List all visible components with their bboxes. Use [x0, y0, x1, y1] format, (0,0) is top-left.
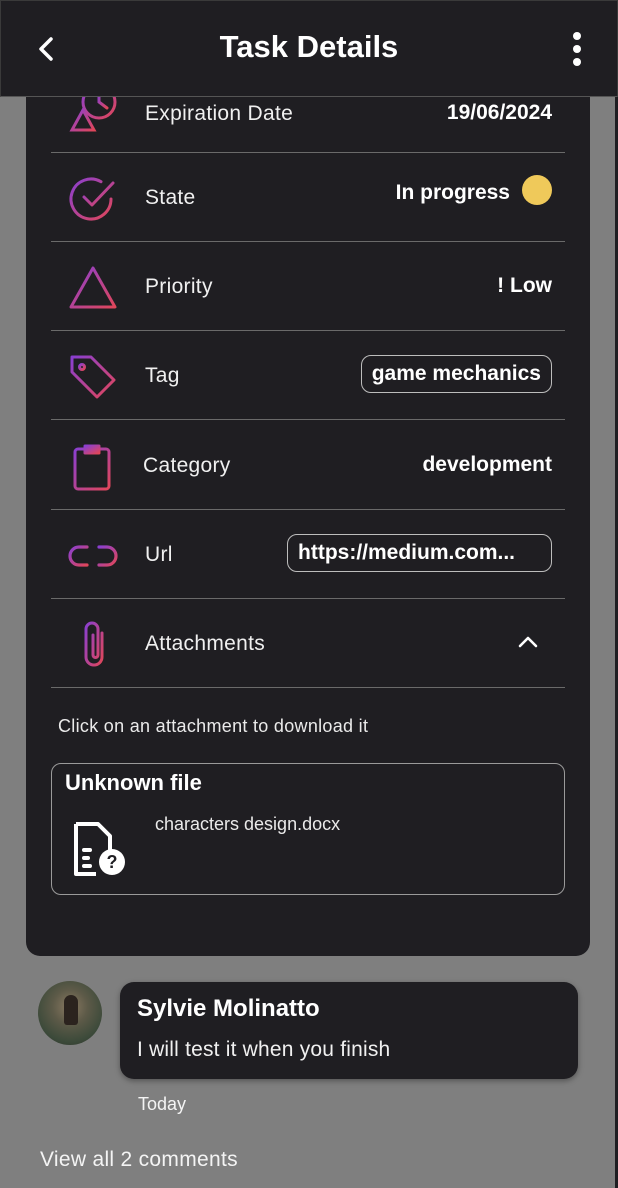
svg-text:?: ?	[107, 852, 118, 872]
comment-author: Sylvie Molinatto	[137, 995, 320, 1022]
task-details-card: Expiration Date 19/06/2024 State In prog…	[26, 60, 590, 956]
priority-label: Priority	[145, 275, 213, 298]
attachment-title: Unknown file	[65, 770, 202, 795]
view-all-comments-link[interactable]: View all 2 comments	[40, 1148, 238, 1172]
state-value-group: In progress	[395, 175, 552, 206]
url-label: Url	[145, 543, 173, 566]
expiration-date-value: 19/06/2024	[446, 101, 552, 124]
paperclip-icon	[84, 621, 104, 667]
row-category: Category development	[51, 421, 565, 510]
category-value: development	[422, 453, 552, 476]
kebab-menu-icon[interactable]	[567, 29, 587, 69]
top-app-bar: Task Details	[0, 0, 618, 97]
chevron-up-icon[interactable]	[517, 635, 539, 649]
comment-time: Today	[138, 1094, 187, 1114]
link-icon	[68, 545, 118, 567]
expiration-date-label: Expiration Date	[145, 102, 294, 125]
url-chip[interactable]: https://medium.com...	[287, 534, 552, 572]
comment-bubble: Sylvie Molinatto I will test it when you…	[120, 982, 578, 1079]
unknown-file-icon: ?	[74, 822, 125, 876]
tag-chip[interactable]: game mechanics	[360, 355, 552, 393]
clipboard-icon	[73, 444, 111, 491]
row-url: Url https://medium.com...	[51, 510, 565, 599]
category-label: Category	[143, 454, 231, 477]
check-circle-icon	[69, 177, 115, 221]
warning-triangle-icon	[69, 266, 117, 309]
row-priority: Priority ! Low	[51, 242, 565, 331]
comment-text: I will test it when you finish	[137, 1038, 391, 1061]
state-value: In progress	[395, 181, 510, 204]
state-label: State	[145, 186, 196, 209]
row-tag: Tag game mechanics	[51, 331, 565, 420]
status-dot	[522, 175, 552, 206]
row-state: State In progress	[51, 153, 565, 242]
priority-value: ! Low	[497, 274, 552, 297]
row-attachments[interactable]: Attachments	[51, 599, 565, 688]
tag-label: Tag	[145, 364, 180, 387]
attachment-filename: characters design.docx	[155, 814, 341, 834]
attachments-label: Attachments	[145, 632, 266, 655]
page-title: Task Details	[219, 29, 399, 64]
attachment-item[interactable]: Unknown file ? characters design.docx	[51, 763, 565, 895]
attachments-hint: Click on an attachment to download it	[58, 716, 369, 736]
avatar[interactable]	[38, 981, 102, 1045]
tag-icon	[70, 355, 116, 399]
